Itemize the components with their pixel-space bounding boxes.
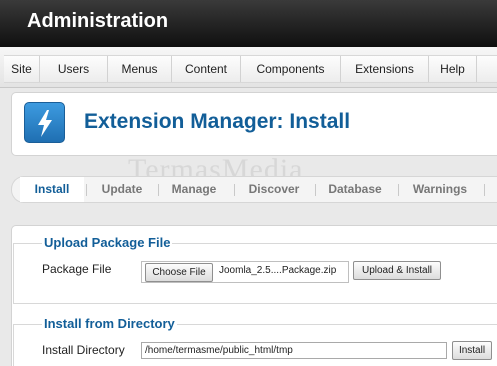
tab-separator: [398, 184, 399, 196]
menu-item-menus[interactable]: Menus: [108, 56, 172, 82]
main-menu-bar: Site Users Menus Content Components Exte…: [0, 47, 497, 88]
selected-file-name: Joomla_2.5....Package.zip: [219, 265, 337, 276]
menu-item-components[interactable]: Components: [241, 56, 341, 82]
main-menu: Site Users Menus Content Components Exte…: [4, 55, 497, 83]
page-title: Extension Manager: Install: [84, 110, 351, 133]
menu-item-extensions[interactable]: Extensions: [341, 56, 429, 82]
menu-item-content[interactable]: Content: [172, 56, 241, 82]
upload-package-legend: Upload Package File: [42, 235, 173, 250]
tab-separator: [234, 184, 235, 196]
tab-update[interactable]: Update: [90, 177, 154, 202]
tab-database[interactable]: Database: [319, 177, 391, 202]
header-title: Administration: [27, 10, 169, 32]
tab-separator: [86, 184, 87, 196]
install-directory-button[interactable]: Install: [452, 341, 492, 360]
install-directory-legend: Install from Directory: [42, 316, 177, 331]
extension-bolt-icon: [24, 102, 65, 143]
tab-manage[interactable]: Manage: [162, 177, 226, 202]
tab-separator: [315, 184, 316, 196]
submenu-tabs: Install Update Manage Discover Database …: [11, 176, 497, 203]
tab-separator: [158, 184, 159, 196]
upload-install-button[interactable]: Upload & Install: [353, 261, 441, 280]
choose-file-button[interactable]: Choose File: [145, 263, 213, 282]
menu-item-help[interactable]: Help: [429, 56, 477, 82]
menu-item-users[interactable]: Users: [40, 56, 108, 82]
install-directory-label: Install Directory: [42, 343, 125, 357]
tab-warnings[interactable]: Warnings: [402, 177, 478, 202]
install-directory-input[interactable]: /home/termasme/public_html/tmp: [141, 342, 447, 359]
package-file-label: Package File: [42, 262, 112, 276]
tab-separator: [484, 184, 485, 196]
tab-install[interactable]: Install: [20, 177, 84, 202]
menu-item-site[interactable]: Site: [4, 56, 40, 82]
toolbar-panel: Extension Manager: Install: [11, 92, 497, 156]
tab-discover[interactable]: Discover: [238, 177, 310, 202]
admin-header: Administration: [0, 0, 497, 47]
